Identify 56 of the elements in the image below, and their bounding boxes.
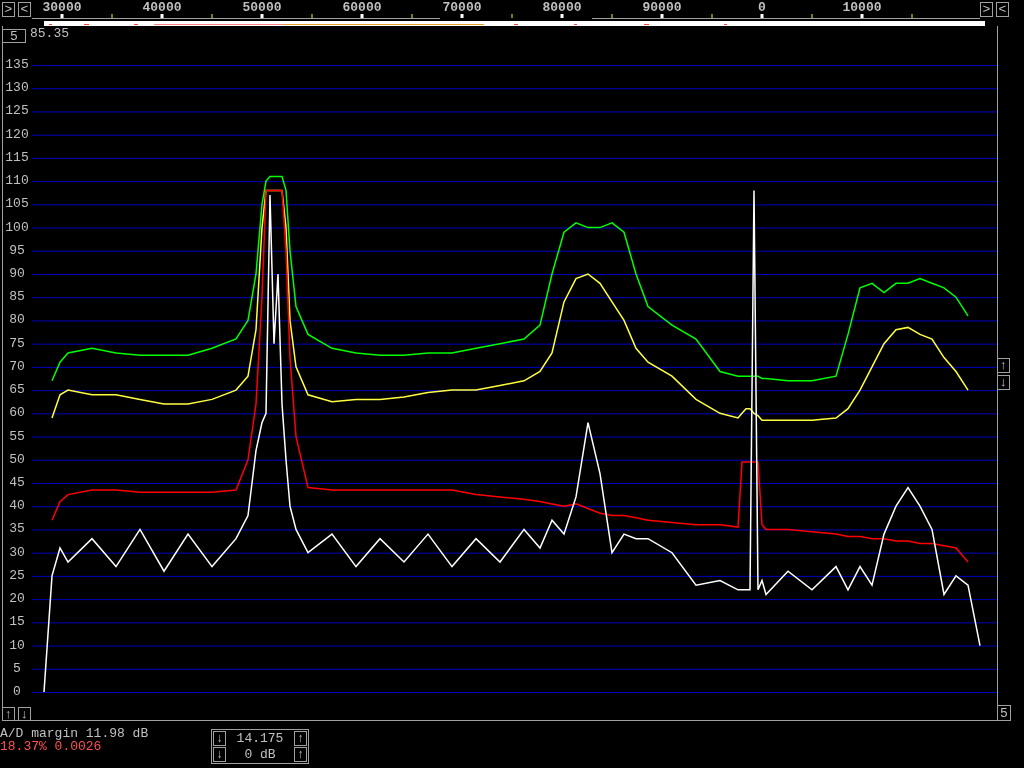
arrow-button[interactable]: ↓	[18, 707, 31, 721]
value-text: 14.175	[235, 732, 285, 745]
status-text: A/D margin 11.98 dB	[0, 727, 149, 740]
axis-label: 70000	[442, 1, 482, 14]
axis-label: 30000	[42, 1, 82, 14]
axis-label: 90000	[642, 1, 682, 14]
axis-label: 105	[4, 197, 30, 211]
axis-label: 5	[12, 661, 22, 675]
number-button[interactable]: 5	[2, 29, 26, 43]
arrow-button[interactable]: ↑	[294, 731, 307, 746]
value-text: 0 dB	[243, 748, 277, 761]
arrow-button[interactable]: ↓	[997, 375, 1010, 390]
status-text: 18.37% 0.0026	[0, 740, 102, 753]
axis-label: 10	[8, 638, 26, 652]
axis-label: 35	[8, 522, 26, 536]
axis-label: 20	[8, 592, 26, 606]
axis-label: 120	[4, 127, 30, 141]
arrow-button[interactable]: <	[996, 2, 1009, 17]
scale-label: 10000	[842, 1, 882, 14]
arrow-button[interactable]: <	[18, 2, 31, 17]
arrow-button[interactable]: >	[2, 2, 15, 17]
axis-label: 50	[8, 452, 26, 466]
arrow-button[interactable]: ↓	[213, 731, 226, 746]
scale-label: 0	[758, 1, 766, 14]
arrow-button[interactable]: ↓	[213, 747, 226, 762]
axis-label: 130	[4, 81, 30, 95]
axis-label: 80000	[542, 1, 582, 14]
axis-label: 55	[8, 429, 26, 443]
number-button[interactable]: 5	[997, 705, 1011, 721]
axis-label: 50000	[242, 1, 282, 14]
axis-label: 90	[8, 267, 26, 280]
axis-label: 65	[8, 383, 26, 397]
axis-label: 60000	[342, 1, 382, 14]
arrow-button[interactable]: >	[980, 2, 993, 17]
axis-label: 15	[8, 615, 26, 629]
axis-label: 30	[8, 545, 26, 559]
axis-label: 45	[8, 476, 26, 489]
axis-label: 40	[8, 499, 26, 513]
axis-label: 95	[8, 243, 26, 257]
axis-label: 100	[4, 220, 30, 234]
axis-label: 70	[8, 359, 26, 373]
readout-value: 85.35	[30, 27, 69, 40]
arrow-button[interactable]: ↑	[997, 358, 1010, 373]
axis-label: 85	[8, 290, 26, 304]
axis-label: 135	[4, 58, 30, 71]
axis-label: 60	[8, 406, 26, 420]
axis-label: 125	[4, 104, 30, 118]
axis-label: 0	[12, 685, 22, 698]
arrow-button[interactable]: ↑	[294, 747, 307, 762]
arrow-button[interactable]: ↑	[2, 707, 15, 721]
axis-label: 80	[8, 313, 26, 327]
axis-label: 115	[4, 150, 30, 164]
axis-label: 25	[8, 568, 26, 582]
axis-label: 75	[8, 336, 26, 350]
axis-label: 40000	[142, 1, 182, 14]
axis-label: 110	[4, 174, 30, 188]
